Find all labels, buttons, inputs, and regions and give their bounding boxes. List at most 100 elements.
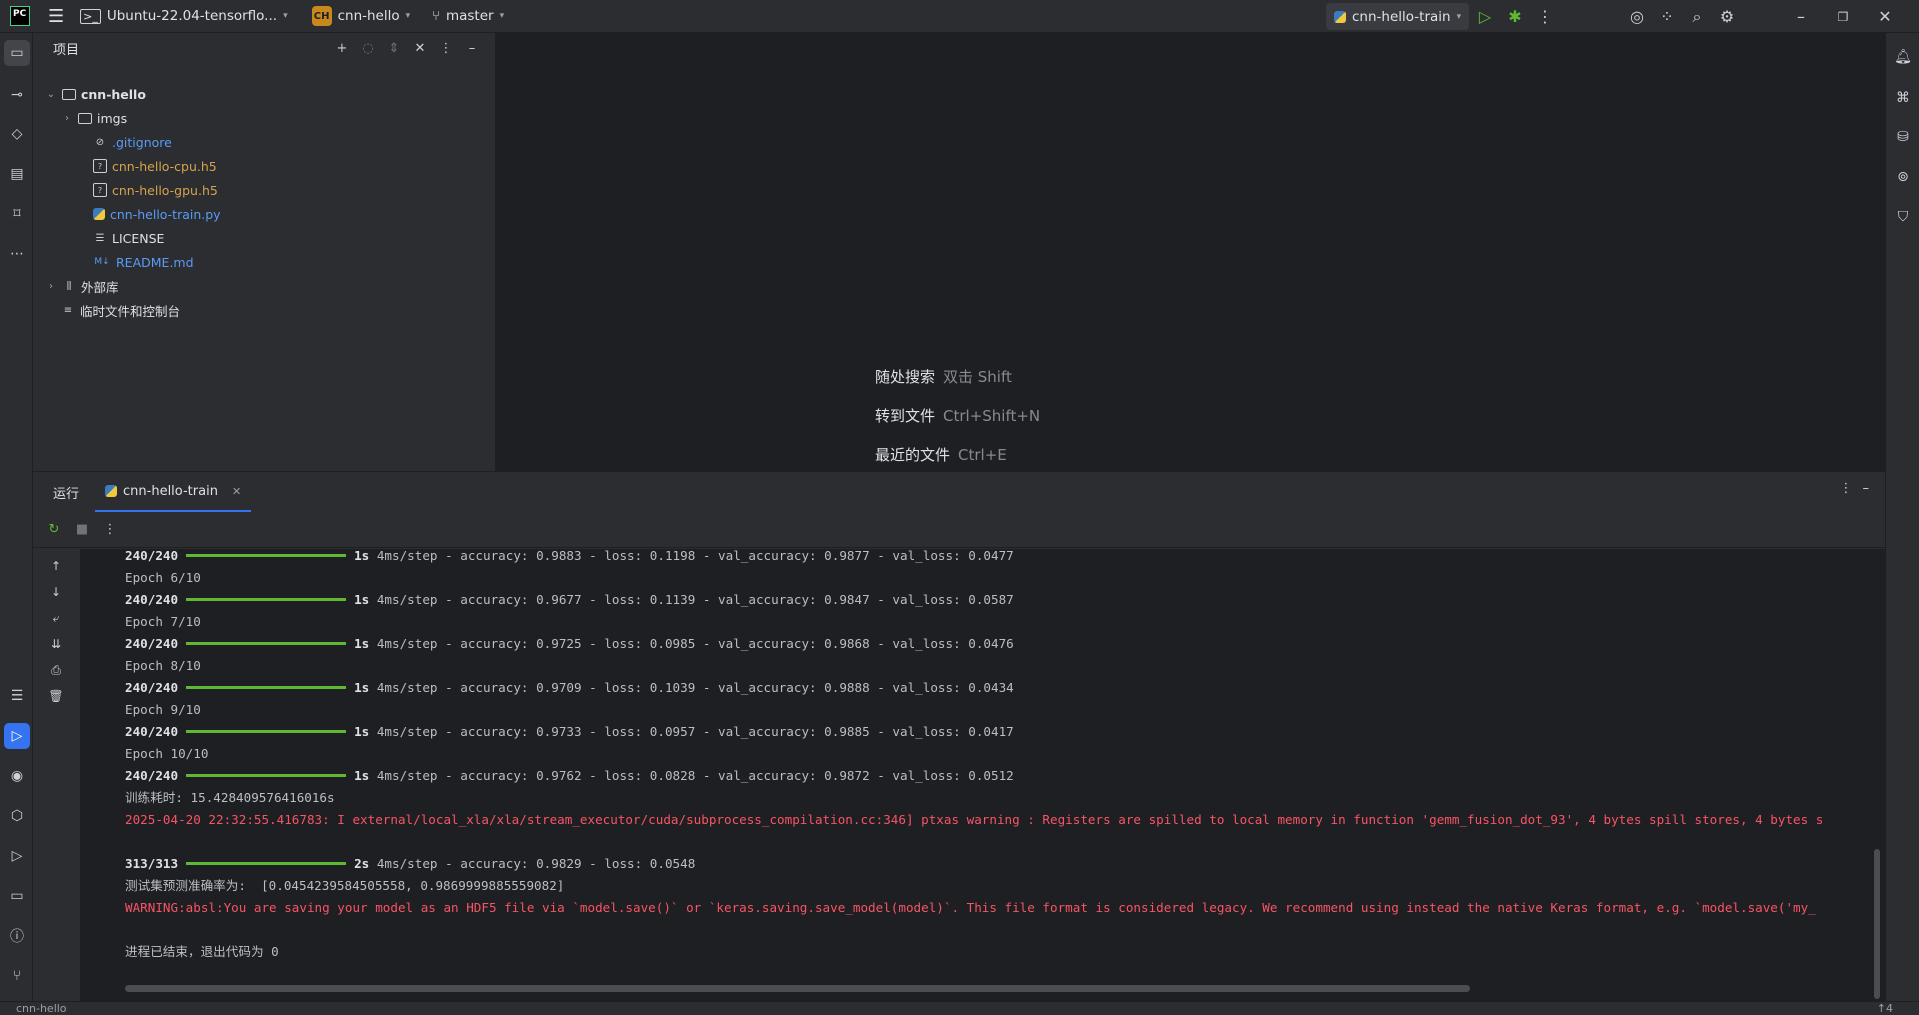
- minimize-icon[interactable]: –: [1780, 0, 1822, 33]
- learn-icon[interactable]: ◇: [4, 121, 30, 147]
- git-icon[interactable]: ⑂: [4, 963, 30, 989]
- status-project[interactable]: cnn-hello: [16, 1002, 67, 1015]
- main-menu-button[interactable]: ☰: [40, 0, 72, 33]
- run-icon[interactable]: ▷: [1470, 0, 1500, 33]
- ai-chat-icon[interactable]: ⌘: [1890, 85, 1916, 111]
- todo-list-icon[interactable]: ☰: [4, 683, 30, 709]
- project-panel-title: 项目: [53, 42, 80, 58]
- tab-label: 运行: [53, 486, 80, 502]
- hint-goto-file[interactable]: 转到文件 Ctrl+Shift+N: [875, 405, 1040, 426]
- unknown-file-icon: ?: [93, 159, 107, 173]
- progress-time: 1s: [354, 636, 370, 651]
- project-panel: 项目 + ◌ ⇕ ✕ ⋮ – ⌄ cnn-hello › imgs ⊘ .git…: [33, 33, 496, 471]
- debug-icon[interactable]: ✱: [1500, 0, 1530, 33]
- tree-item-train-py[interactable]: cnn-hello-train.py: [93, 204, 221, 224]
- git-branch-icon: ⑂: [432, 8, 440, 24]
- hamburger-icon: ☰: [48, 5, 65, 27]
- branch-selector[interactable]: ⑂ master ▾: [424, 0, 512, 33]
- tab-cnn-hello-train[interactable]: cnn-hello-train ✕: [95, 472, 252, 512]
- close-tab-icon[interactable]: ✕: [232, 485, 241, 498]
- notifications-bell-icon[interactable]: 🔔︎: [1890, 44, 1916, 70]
- options-icon[interactable]: ⋮: [1840, 481, 1853, 496]
- console-line: WARNING:absl:You are saving your model a…: [125, 900, 1816, 915]
- database-icon[interactable]: ⛁: [1890, 124, 1916, 150]
- rerun-icon[interactable]: ↻: [43, 519, 65, 541]
- tree-item-gitignore[interactable]: ⊘ .gitignore: [93, 132, 172, 152]
- vm-selector[interactable]: >_ Ubuntu-22.04-tensorflo... ▾: [72, 0, 295, 33]
- more-tools-icon[interactable]: ⋯: [4, 241, 30, 267]
- tree-item-root[interactable]: ⌄ cnn-hello: [45, 84, 146, 104]
- terminal-icon[interactable]: ▭: [4, 883, 30, 909]
- vm-name: Ubuntu-22.04-tensorflo...: [106, 8, 278, 24]
- hide-panel-icon[interactable]: –: [461, 37, 483, 59]
- hint-shortcut: 双击 Shift: [943, 368, 1012, 386]
- scroll-down-icon[interactable]: ↓: [45, 581, 67, 603]
- console-line: 2025-04-20 22:32:55.416783: I external/l…: [125, 812, 1824, 827]
- unknown-file-icon: ?: [93, 183, 107, 197]
- clear-trash-icon[interactable]: 🗑︎: [45, 685, 67, 707]
- progress-metrics: 4ms/step - accuracy: 0.9733 - loss: 0.09…: [376, 724, 1014, 739]
- project-folder-icon[interactable]: ▭: [4, 40, 30, 66]
- hint-search-everywhere[interactable]: 随处搜索 双击 Shift: [875, 366, 1012, 387]
- tree-item-license[interactable]: ☰ LICENSE: [93, 228, 165, 248]
- run-config-selector[interactable]: cnn-hello-train ▾: [1326, 3, 1470, 30]
- structure-icon[interactable]: ▤: [4, 161, 30, 187]
- run-tool-icon[interactable]: ▷: [4, 723, 30, 749]
- tree-item-readme[interactable]: M↓ README.md: [93, 252, 194, 272]
- vertical-scrollbar[interactable]: [1874, 849, 1880, 999]
- add-icon[interactable]: +: [331, 37, 353, 59]
- tree-item-external-libs[interactable]: › ⫼ 外部库: [45, 276, 119, 296]
- expand-all-icon[interactable]: ⇕: [383, 37, 405, 59]
- python-file-icon: [93, 208, 105, 220]
- close-icon[interactable]: ✕: [1864, 0, 1906, 33]
- tree-item-imgs[interactable]: › imgs: [61, 108, 127, 128]
- search-icon[interactable]: ⌕: [1682, 0, 1712, 33]
- restore-icon[interactable]: ❐: [1822, 0, 1864, 33]
- console-output[interactable]: 240/240 1s 4ms/step - accuracy: 0.9883 - …: [80, 549, 1885, 1002]
- terminal-icon: >_: [80, 8, 101, 24]
- chevron-down-icon: ⌄: [46, 88, 56, 100]
- services-icon[interactable]: ▷: [4, 843, 30, 869]
- security-shield-icon[interactable]: ⛉: [1890, 204, 1916, 230]
- python-console-icon[interactable]: ⬡: [4, 803, 30, 829]
- console-line: 240/240 1s 4ms/step - accuracy: 0.9762 - …: [125, 766, 1014, 786]
- problems-icon[interactable]: ⓘ: [4, 923, 30, 949]
- more-actions-icon[interactable]: ⋮: [1530, 0, 1560, 33]
- settings-gear-icon[interactable]: ⚙: [1712, 0, 1742, 33]
- tab-run[interactable]: 运行: [33, 472, 89, 512]
- scroll-to-end-icon[interactable]: ⇊: [45, 633, 67, 655]
- tree-item-gpu-h5[interactable]: ? cnn-hello-gpu.h5: [93, 180, 218, 200]
- run-panel-tabs: 运行 cnn-hello-train ✕ ⋮ –: [33, 472, 1885, 512]
- tree-item-scratches[interactable]: ≡ 临时文件和控制台: [61, 300, 180, 320]
- endpoints-icon[interactable]: ⊚: [1890, 164, 1916, 190]
- print-icon[interactable]: ⎙: [45, 659, 67, 681]
- horizontal-scrollbar[interactable]: [125, 985, 1470, 992]
- python-icon: [105, 485, 118, 497]
- commit-icon[interactable]: ⊸: [4, 82, 30, 108]
- stop-icon[interactable]: ■: [71, 519, 93, 541]
- code-with-me-icon[interactable]: ⁘: [1652, 0, 1682, 33]
- hide-panel-icon[interactable]: –: [1863, 481, 1870, 496]
- tree-label: README.md: [116, 254, 194, 270]
- ai-assistant-icon[interactable]: ◎: [1622, 0, 1652, 33]
- tree-item-cpu-h5[interactable]: ? cnn-hello-cpu.h5: [93, 156, 217, 176]
- locate-icon[interactable]: ◌: [357, 37, 379, 59]
- collapse-all-icon[interactable]: ✕: [409, 37, 431, 59]
- bookmarks-icon[interactable]: ⌑: [4, 201, 30, 227]
- project-selector[interactable]: CH cnn-hello ▾: [304, 0, 419, 33]
- options-icon[interactable]: ⋮: [435, 37, 457, 59]
- right-tool-strip: 🔔︎ ⌘ ⛁ ⊚ ⛉: [1885, 33, 1919, 1001]
- python-packages-icon[interactable]: ◉: [4, 763, 30, 789]
- progress-step: 240/240: [125, 636, 179, 651]
- console-line: 240/240 1s 4ms/step - accuracy: 0.9733 - …: [125, 722, 1014, 742]
- scroll-up-icon[interactable]: ↑: [45, 555, 67, 577]
- soft-wrap-icon[interactable]: ⤶: [45, 607, 67, 629]
- progress-bar: [186, 598, 347, 601]
- hint-recent-files[interactable]: 最近的文件 Ctrl+E: [875, 444, 1007, 465]
- progress-step: 240/240: [125, 549, 179, 563]
- ignore-file-icon: ⊘: [95, 136, 105, 148]
- console-line: 训练耗时: 15.428409576416016s: [125, 790, 335, 805]
- chevron-down-icon: ▾: [499, 11, 505, 21]
- hint-shortcut: Ctrl+Shift+N: [943, 407, 1041, 425]
- more-icon[interactable]: ⋮: [99, 519, 121, 541]
